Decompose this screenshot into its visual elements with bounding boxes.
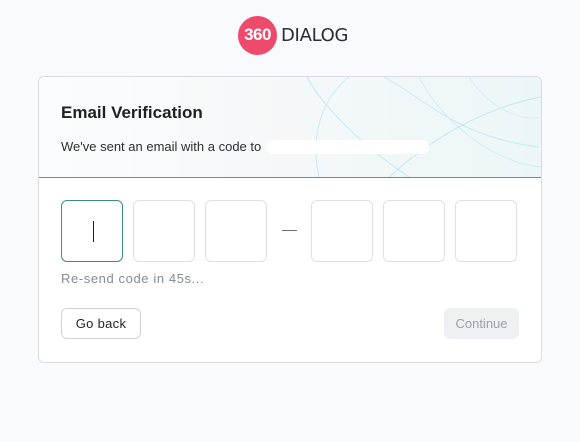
code-digit-2[interactable] [133, 200, 195, 262]
subtitle-text: We've sent an email with a code to [61, 139, 262, 154]
code-separator [282, 230, 297, 231]
verification-card: Email Verification We've sent an email w… [38, 76, 542, 363]
brand-logo: 360 DIALOG [238, 15, 348, 55]
decorative-lines-icon [306, 77, 541, 177]
redacted-email [266, 139, 429, 154]
page-title: Email Verification [61, 103, 203, 122]
code-digit-6[interactable] [455, 200, 517, 262]
continue-button[interactable]: Continue [444, 308, 519, 339]
resend-countdown: Re-send code in 45s... [61, 271, 205, 286]
text-cursor [93, 221, 94, 242]
logo-badge: 360 [238, 15, 277, 55]
code-digit-4[interactable] [311, 200, 373, 262]
code-digit-1[interactable] [61, 200, 123, 262]
card-header: Email Verification We've sent an email w… [39, 77, 541, 178]
card-subtitle: We've sent an email with a code to [61, 139, 429, 154]
code-digit-3[interactable] [205, 200, 267, 262]
logo-wordmark: DIALOG [281, 24, 349, 46]
code-digit-5[interactable] [383, 200, 445, 262]
go-back-button[interactable]: Go back [61, 308, 141, 339]
